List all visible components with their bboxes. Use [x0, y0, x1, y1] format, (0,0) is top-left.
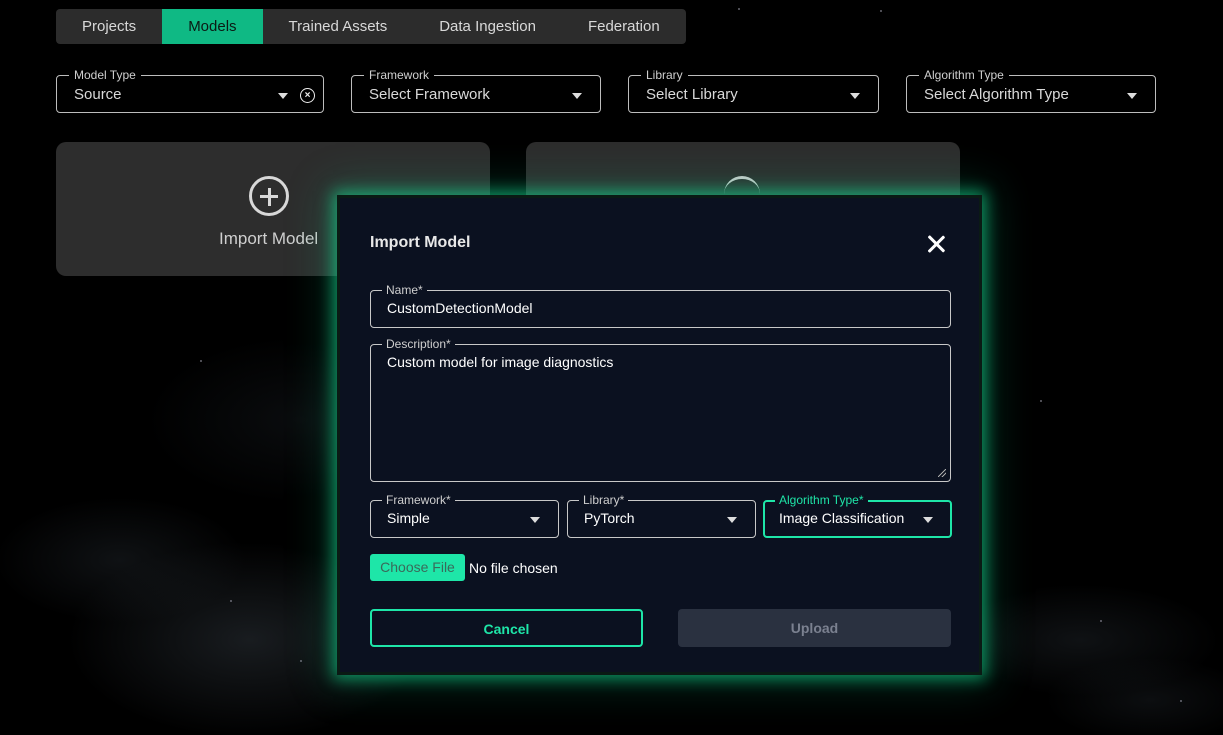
description-field-label: Description* [382, 337, 455, 351]
model-type-filter-label: Model Type [69, 68, 141, 82]
library-filter-label: Library [641, 68, 688, 82]
tab-trained-assets[interactable]: Trained Assets [263, 9, 414, 44]
framework-filter[interactable]: Framework Select Framework [351, 68, 601, 113]
name-field-label: Name* [382, 283, 427, 297]
algorithm-type-filter-value: Select Algorithm Type [924, 86, 1069, 103]
upload-button[interactable]: Upload [678, 609, 951, 647]
algorithm-type-select-label: Algorithm Type* [775, 493, 868, 507]
library-select-label: Library* [579, 493, 629, 507]
file-status-text: No file chosen [469, 560, 558, 576]
resize-handle[interactable] [938, 469, 946, 477]
cancel-button[interactable]: Cancel [370, 609, 643, 647]
background-speck [1040, 400, 1042, 402]
algorithm-type-filter[interactable]: Algorithm Type Select Algorithm Type [906, 68, 1156, 113]
dialog-title: Import Model [370, 234, 471, 251]
library-filter-value: Select Library [646, 86, 738, 103]
clear-selection-icon[interactable]: × [300, 88, 315, 103]
library-select-value: PyTorch [584, 510, 635, 526]
framework-filter-label: Framework [364, 68, 435, 82]
chevron-down-icon[interactable] [850, 93, 860, 99]
library-select[interactable]: Library* PyTorch [567, 493, 756, 538]
algorithm-type-filter-label: Algorithm Type [919, 68, 1009, 82]
name-field-value[interactable]: CustomDetectionModel [387, 300, 533, 316]
plus-circle-icon [249, 176, 289, 216]
name-field[interactable]: Name* CustomDetectionModel [370, 283, 951, 328]
choose-file-button[interactable]: Choose File [370, 554, 465, 581]
background-speck [1100, 620, 1102, 622]
model-type-filter-value: Source [74, 86, 122, 103]
library-filter[interactable]: Library Select Library [628, 68, 879, 113]
chevron-down-icon[interactable] [278, 93, 288, 99]
framework-filter-value: Select Framework [369, 86, 490, 103]
background-speck [880, 10, 882, 12]
chevron-down-icon[interactable] [530, 517, 540, 523]
background-speck [738, 8, 740, 10]
description-field[interactable]: Description* Custom model for image diag… [370, 337, 951, 482]
background-speck [200, 360, 202, 362]
chevron-down-icon[interactable] [1127, 93, 1137, 99]
background-speck [230, 600, 232, 602]
top-nav-tabs: Projects Models Trained Assets Data Inge… [56, 9, 686, 44]
tab-projects[interactable]: Projects [56, 9, 162, 44]
tab-federation[interactable]: Federation [562, 9, 686, 44]
framework-select-value: Simple [387, 510, 430, 526]
model-type-filter[interactable]: Model Type Source × [56, 68, 324, 113]
algorithm-type-select-value: Image Classification [779, 510, 905, 526]
import-model-card-label: Import Model [219, 229, 319, 248]
import-model-dialog: Import Model Name* CustomDetectionModel … [337, 195, 982, 675]
framework-select[interactable]: Framework* Simple [370, 493, 559, 538]
close-icon[interactable] [926, 234, 946, 254]
algorithm-type-select[interactable]: Algorithm Type* Image Classification [763, 493, 952, 538]
background-speck [1180, 700, 1182, 702]
background-speck [300, 660, 302, 662]
tab-models[interactable]: Models [162, 9, 263, 44]
description-field-value[interactable]: Custom model for image diagnostics [387, 354, 613, 370]
chevron-down-icon[interactable] [727, 517, 737, 523]
framework-select-label: Framework* [382, 493, 455, 507]
chevron-down-icon[interactable] [572, 93, 582, 99]
chevron-down-icon[interactable] [923, 517, 933, 523]
tab-data-ingestion[interactable]: Data Ingestion [413, 9, 562, 44]
